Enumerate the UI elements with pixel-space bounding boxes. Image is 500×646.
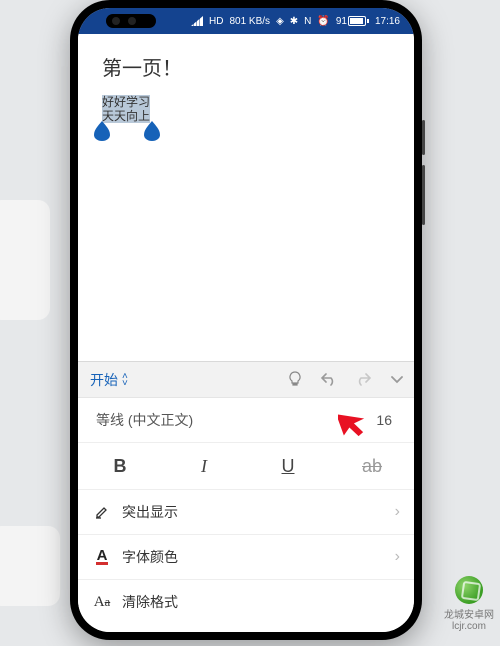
desk-prop — [0, 526, 60, 606]
volume-button — [422, 120, 425, 155]
expand-icon: ˄˅ — [122, 373, 128, 387]
font-name: 等线 (中文正文) — [96, 410, 376, 430]
battery-pct: 91 — [336, 16, 347, 27]
font-color-icon: A — [92, 547, 112, 567]
ribbon-toolbar: 开始 ˄˅ — [78, 361, 414, 398]
highlight-icon — [92, 502, 112, 522]
redo-button[interactable] — [346, 371, 380, 390]
watermark-line1: 龙城安卓网 — [444, 606, 494, 621]
battery-icon: 91 — [336, 16, 369, 27]
chevron-right-icon: › — [395, 548, 400, 566]
italic-button[interactable]: I — [162, 456, 246, 477]
status-bt: ✱ — [290, 16, 298, 27]
desk-prop — [0, 200, 50, 320]
signal-icon — [191, 16, 203, 26]
clear-format-row[interactable]: Aa 清除格式 — [78, 580, 414, 624]
clear-format-label: 清除格式 — [122, 592, 400, 612]
phone-screen: HD 801 KB/s ◈ ✱ N ⏰ 91 17:16 第一页！ 好好学习 天… — [78, 8, 414, 632]
clear-format-icon: Aa — [92, 592, 112, 612]
power-button — [422, 165, 425, 225]
ribbon-tab-label: 开始 — [90, 370, 118, 390]
collapse-panel-button[interactable] — [380, 372, 414, 389]
alarm-icon: ⏰ — [317, 16, 329, 27]
tell-me-icon[interactable] — [278, 371, 312, 390]
format-panel: 等线 (中文正文) 16 B I U ab 突出显示 › A 字体颜色 › — [78, 397, 414, 632]
phone-frame: HD 801 KB/s ◈ ✱ N ⏰ 91 17:16 第一页！ 好好学习 天… — [70, 0, 422, 640]
text-selection[interactable]: 好好学习 天天向上 — [102, 95, 150, 123]
selected-text[interactable]: 好好学习 天天向上 — [102, 95, 150, 123]
highlight-label: 突出显示 — [122, 502, 385, 522]
page-title[interactable]: 第一页！ — [102, 52, 390, 81]
font-size: 16 — [376, 412, 392, 428]
status-hd: HD — [209, 16, 223, 27]
status-net-speed: 801 KB/s — [229, 16, 270, 27]
ribbon-tab-home[interactable]: 开始 ˄˅ — [78, 370, 140, 390]
watermark: 龙城安卓网 lcjr.com — [444, 576, 494, 632]
chevron-right-icon: › — [395, 503, 400, 521]
selection-handle-end[interactable] — [144, 121, 160, 141]
selection-handle-start[interactable] — [94, 121, 110, 141]
font-color-label: 字体颜色 — [122, 547, 385, 567]
nfc-icon: N — [304, 16, 311, 27]
undo-button[interactable] — [312, 371, 346, 390]
style-buttons-row: B I U ab — [78, 443, 414, 490]
watermark-logo — [455, 576, 483, 604]
highlight-row[interactable]: 突出显示 › — [78, 490, 414, 535]
strikethrough-button[interactable]: ab — [330, 456, 414, 477]
font-color-row[interactable]: A 字体颜色 › — [78, 535, 414, 580]
front-camera-cutout — [106, 14, 156, 28]
document-canvas[interactable]: 第一页！ 好好学习 天天向上 — [78, 34, 414, 372]
wifi-icon: ◈ — [276, 16, 284, 27]
status-time: 17:16 — [375, 16, 400, 27]
underline-button[interactable]: U — [246, 456, 330, 477]
font-picker-row[interactable]: 等线 (中文正文) 16 — [78, 398, 414, 443]
watermark-line2: lcjr.com — [452, 621, 486, 632]
bold-button[interactable]: B — [78, 456, 162, 477]
